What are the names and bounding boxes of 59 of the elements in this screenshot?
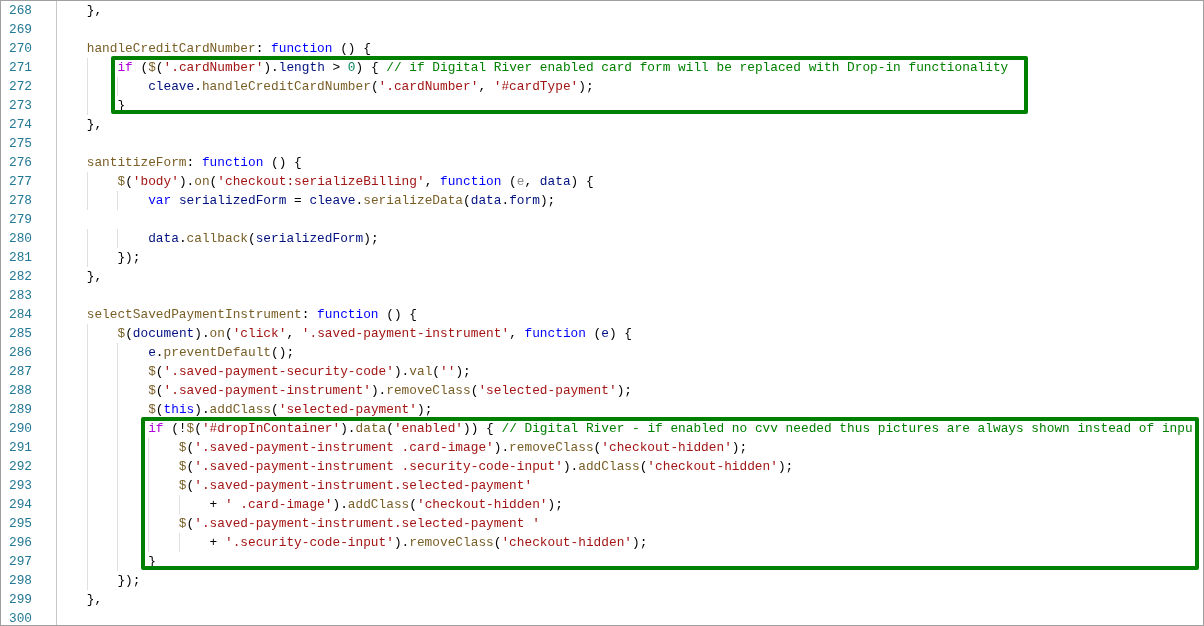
line-number: 296 — [8, 534, 34, 552]
code-line: $(document).on('click', '.saved-payment-instrument', function (e) { — [116, 325, 632, 343]
line-number: 284 — [8, 306, 34, 324]
line-number: 270 — [8, 40, 34, 58]
line-number: 290 — [8, 420, 34, 438]
line-number: 278 — [8, 192, 34, 210]
line-number: 297 — [8, 553, 34, 571]
line-number: 276 — [8, 154, 34, 172]
line-number: 286 — [8, 344, 34, 362]
code-line: var serializedForm = cleave.serializeData(data.form); — [147, 192, 556, 210]
line-number: 281 — [8, 249, 34, 267]
code-line: $('.saved-payment-instrument .card-image').removeClass('checkout-hidden'); — [177, 439, 748, 457]
line-number: 298 — [8, 572, 34, 590]
code-line: $(this).addClass('selected-payment'); — [147, 401, 433, 419]
line-number: 279 — [8, 211, 34, 229]
code-line: }, — [85, 591, 103, 609]
line-number: 289 — [8, 401, 34, 419]
line-number: 277 — [8, 173, 34, 191]
code-line: handleCreditCardNumber: function () { — [85, 40, 371, 58]
line-number: 292 — [8, 458, 34, 476]
code-line: $('body').on('checkout:serializeBilling', function (e, data) { — [116, 173, 594, 191]
code-line: if (!$('#dropInContainer').data('enabled')) { // Digital River - if enabled no cvv needed thus pictures are always shown instead of inpu — [147, 420, 1193, 438]
code-line: if ($('.cardNumber').length > 0) { // if Digital River enabled card form will be replaced with Drop-in functionality — [116, 59, 1009, 77]
code-line: $('.saved-payment-security-code').val(''); — [147, 363, 471, 381]
line-number: 282 — [8, 268, 34, 286]
code-line: $('.saved-payment-instrument').removeClass('selected-payment'); — [147, 382, 632, 400]
line-number: 293 — [8, 477, 34, 495]
code-line: }); — [116, 249, 141, 267]
line-number: 283 — [8, 287, 34, 305]
line-number: 275 — [8, 135, 34, 153]
code-line: $('.saved-payment-instrument.selected-payment' — [177, 477, 533, 495]
code-line: $('.saved-payment-instrument.selected-payment ' — [177, 515, 540, 533]
line-number: 299 — [8, 591, 34, 609]
line-number: 288 — [8, 382, 34, 400]
line-number: 300 — [8, 610, 34, 625]
line-number: 287 — [8, 363, 34, 381]
line-number: 274 — [8, 116, 34, 134]
code-line: selectSavedPaymentInstrument: function () { — [85, 306, 417, 324]
line-number: 294 — [8, 496, 34, 514]
code-line: + ' .card-image').addClass('checkout-hidden'); — [208, 496, 563, 514]
code-line: }); — [116, 572, 141, 590]
code-line: }, — [85, 116, 103, 134]
line-number: 285 — [8, 325, 34, 343]
line-number: 280 — [8, 230, 34, 248]
line-number: 268 — [8, 2, 34, 20]
line-number: 272 — [8, 78, 34, 96]
line-number: 269 — [8, 21, 34, 39]
line-number: 271 — [8, 59, 34, 77]
code-line: cleave.handleCreditCardNumber('.cardNumber', '#cardType'); — [147, 78, 594, 96]
code-line: + '.security-code-input').removeClass('checkout-hidden'); — [208, 534, 648, 552]
line-number: 273 — [8, 97, 34, 115]
code-line: e.preventDefault(); — [147, 344, 295, 362]
line-number: 291 — [8, 439, 34, 457]
code-line: data.callback(serializedForm); — [147, 230, 379, 248]
code-line: $('.saved-payment-instrument .security-code-input').addClass('checkout-hidden'); — [177, 458, 794, 476]
line-number: 295 — [8, 515, 34, 533]
code-line: }, — [85, 2, 103, 20]
code-line: santitizeForm: function () { — [85, 154, 302, 172]
code-line: }, — [85, 268, 103, 286]
